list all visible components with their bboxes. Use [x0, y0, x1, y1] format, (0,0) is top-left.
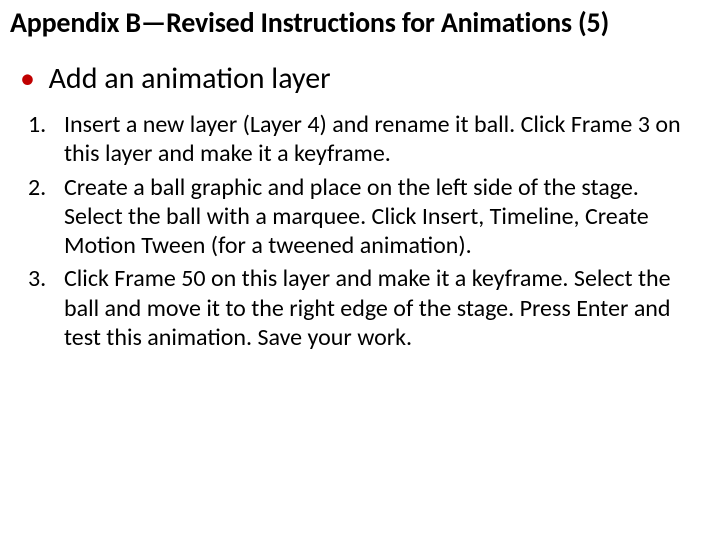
steps-list: Insert a new layer (Layer 4) and rename … [28, 110, 700, 356]
list-item: Create a ball graphic and place on the l… [28, 173, 700, 261]
slide-title: Appendix B—Revised Instructions for Anim… [10, 8, 716, 39]
list-item: Insert a new layer (Layer 4) and rename … [28, 110, 700, 169]
section-bullet: • Add an animation layer [20, 60, 700, 98]
bullet-icon: • [20, 60, 35, 98]
section-heading: Add an animation layer [49, 60, 331, 98]
list-item: Click Frame 50 on this layer and make it… [28, 264, 700, 352]
slide: Appendix B—Revised Instructions for Anim… [0, 0, 720, 540]
